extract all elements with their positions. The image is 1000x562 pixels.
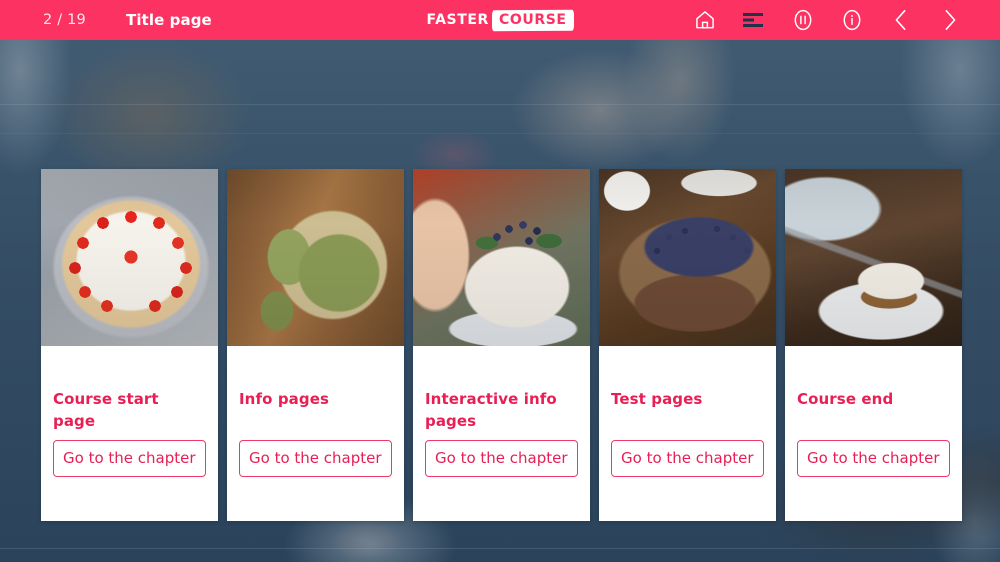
- page-counter: 2 / 19: [43, 12, 86, 28]
- chapter-card[interactable]: Course end Go to the chapter: [785, 169, 962, 521]
- chapter-card-title: Interactive info pages: [425, 390, 557, 430]
- chevron-right-icon[interactable]: [936, 6, 964, 34]
- chapter-card-list: Course start page Go to the chapter Info…: [41, 169, 964, 521]
- go-to-chapter-button[interactable]: Go to the chapter: [611, 440, 764, 477]
- matcha-cake-photo: [227, 169, 404, 346]
- go-to-chapter-button[interactable]: Go to the chapter: [239, 440, 392, 477]
- strawberry-cake-photo: [41, 169, 218, 346]
- chapter-card-title: Info pages: [239, 390, 330, 408]
- carrot-cake-slice-photo: [785, 169, 962, 346]
- blueberry-tart-photo: [599, 169, 776, 346]
- logo-course-badge: COURSE: [491, 9, 574, 31]
- logo-text-faster: FASTER: [426, 12, 489, 28]
- menu-icon[interactable]: [740, 6, 768, 34]
- chapter-card-title: Course start page: [53, 390, 159, 430]
- navigation-icon-group: [691, 0, 964, 40]
- chapter-card[interactable]: Course start page Go to the chapter: [41, 169, 218, 521]
- info-icon[interactable]: [838, 6, 866, 34]
- blueberry-layer-cake-photo: [413, 169, 590, 346]
- slide-stage: 2 / 19 Title page FASTER COURSE Course s…: [0, 0, 1000, 562]
- pause-icon[interactable]: [789, 6, 817, 34]
- chapter-card[interactable]: Interactive info pages Go to the chapter: [413, 169, 590, 521]
- page-title: Title page: [125, 11, 212, 29]
- logo-text-course: COURSE: [498, 11, 567, 28]
- chapter-card-title: Test pages: [611, 390, 703, 408]
- chevron-left-icon[interactable]: [887, 6, 915, 34]
- go-to-chapter-button[interactable]: Go to the chapter: [797, 440, 950, 477]
- go-to-chapter-button[interactable]: Go to the chapter: [425, 440, 578, 477]
- chapter-card[interactable]: Test pages Go to the chapter: [599, 169, 776, 521]
- go-to-chapter-button[interactable]: Go to the chapter: [53, 440, 206, 477]
- home-icon[interactable]: [691, 6, 719, 34]
- top-navigation-bar: 2 / 19 Title page FASTER COURSE: [0, 0, 1000, 40]
- chapter-card[interactable]: Info pages Go to the chapter: [227, 169, 404, 521]
- chapter-card-title: Course end: [797, 390, 894, 408]
